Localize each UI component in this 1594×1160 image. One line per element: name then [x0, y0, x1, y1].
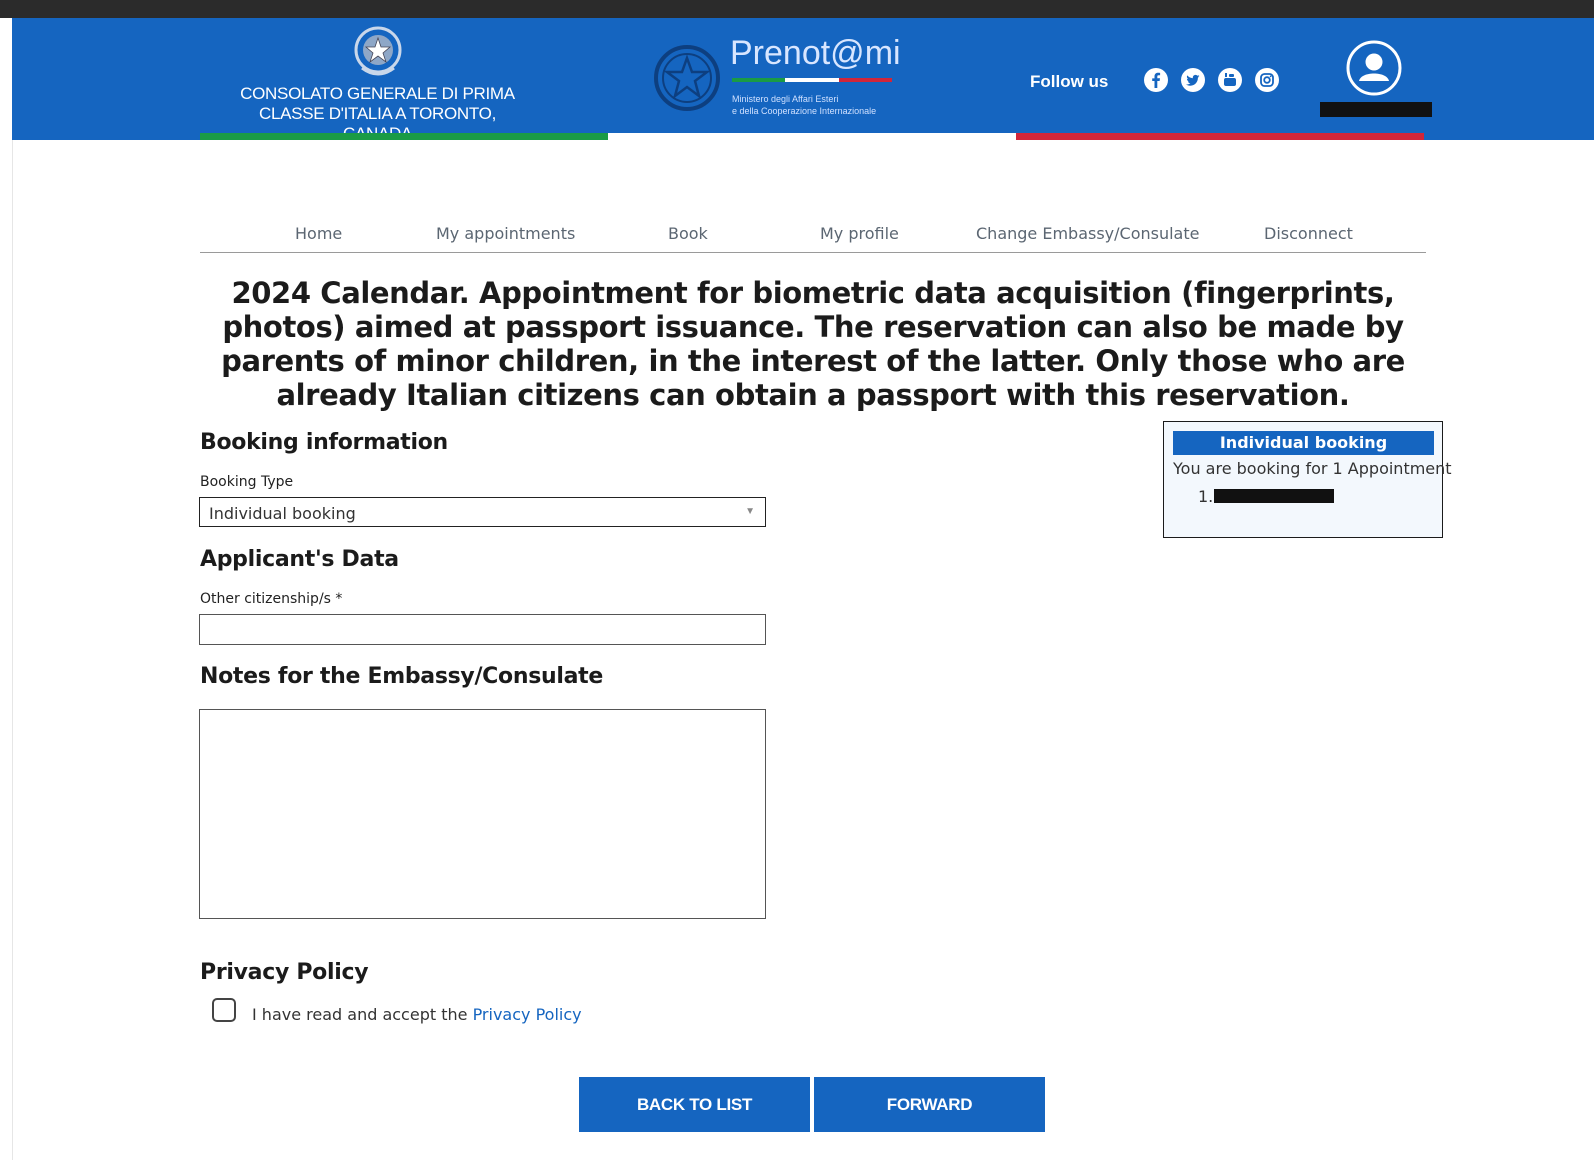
top-strip: [0, 0, 1594, 18]
privacy-heading: Privacy Policy: [200, 960, 369, 985]
brand-title: Prenot@mi: [730, 34, 901, 72]
facebook-icon[interactable]: [1143, 67, 1169, 93]
brand-subtitle: Ministero degli Affari Esteri e della Co…: [732, 93, 876, 117]
instagram-icon[interactable]: [1254, 67, 1280, 93]
nav-change-embassy[interactable]: Change Embassy/Consulate: [976, 224, 1199, 243]
nav-my-appointments[interactable]: My appointments: [436, 224, 575, 243]
republic-star-emblem-icon: [652, 40, 722, 116]
summary-header: Individual booking: [1173, 431, 1434, 455]
privacy-accept-label: I have read and accept the: [252, 1005, 468, 1024]
booking-info-heading: Booking information: [200, 430, 448, 455]
flag-bar-white: [608, 133, 1016, 140]
brand-subtitle-line1: Ministero degli Affari Esteri: [732, 94, 839, 104]
other-citizenship-input[interactable]: [199, 614, 766, 645]
flag-bar-red: [1016, 133, 1424, 140]
page-title: 2024 Calendar. Appointment for biometric…: [221, 276, 1405, 412]
summary-item-number: 1.: [1198, 487, 1214, 506]
booking-summary-box: Individual booking You are booking for 1…: [1163, 421, 1452, 538]
italian-republic-emblem-icon: [352, 24, 404, 80]
nav-book[interactable]: Book: [668, 224, 708, 243]
back-to-list-button[interactable]: BACK TO LIST: [579, 1077, 810, 1132]
nav-disconnect[interactable]: Disconnect: [1264, 224, 1353, 243]
flag-bar-green: [200, 133, 608, 140]
follow-us-label: Follow us: [1030, 72, 1109, 91]
other-citizenship-label: Other citizenship/s *: [200, 591, 343, 607]
redacted-applicant-name: [1214, 489, 1334, 503]
applicant-data-heading: Applicant's Data: [200, 547, 399, 572]
notes-heading: Notes for the Embassy/Consulate: [200, 664, 603, 689]
forward-button[interactable]: FORWARD: [814, 1077, 1045, 1132]
booking-type-value: Individual booking: [209, 504, 356, 523]
nav-home[interactable]: Home: [295, 224, 342, 243]
brand-tricolor-bar: [732, 78, 892, 82]
youtube-icon[interactable]: [1217, 67, 1243, 93]
brand-subtitle-line2: e della Cooperazione Internazionale: [732, 106, 877, 116]
redacted-user-name: [1320, 102, 1432, 117]
dropdown-arrow-icon: ▼: [745, 506, 755, 517]
main-nav: Home My appointments Book My profile Cha…: [200, 218, 1426, 253]
summary-text: You are booking for 1 Appointment: [1173, 459, 1452, 478]
notes-textarea[interactable]: [199, 709, 766, 919]
twitter-icon[interactable]: [1180, 67, 1206, 93]
nav-my-profile[interactable]: My profile: [820, 224, 899, 243]
privacy-policy-link[interactable]: Privacy Policy: [473, 1005, 582, 1024]
booking-type-select[interactable]: Individual booking ▼: [199, 497, 766, 527]
user-avatar-icon[interactable]: [1346, 40, 1402, 96]
consulate-name: CONSOLATO GENERALE DI PRIMA CLASSE D'ITA…: [240, 84, 515, 134]
privacy-accept-text: I have read and accept the Privacy Polic…: [252, 1005, 582, 1024]
page-left-border: [12, 140, 13, 1160]
booking-type-label: Booking Type: [200, 474, 294, 490]
privacy-checkbox[interactable]: [212, 998, 236, 1022]
